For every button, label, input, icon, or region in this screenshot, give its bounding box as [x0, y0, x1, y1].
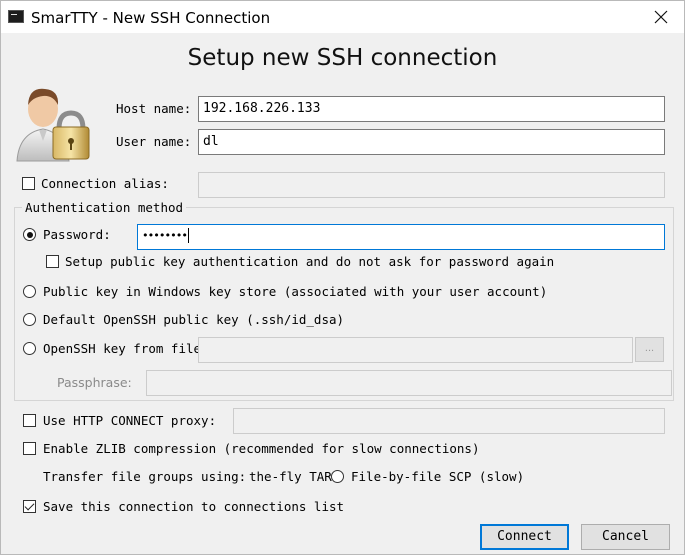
host-name-input[interactable]: 192.168.226.133 [198, 96, 665, 122]
zlib-label: Enable ZLIB compression (recommended for… [43, 441, 480, 456]
host-name-label: Host name: [116, 101, 192, 116]
connection-alias-input[interactable] [198, 172, 665, 198]
passphrase-input[interactable] [146, 370, 672, 396]
user-name-input[interactable]: dl [198, 129, 665, 155]
close-button[interactable] [638, 1, 684, 33]
default-openssh-label: Default OpenSSH public key (.ssh/id_dsa) [43, 312, 345, 327]
dialog-heading: Setup new SSH connection [187, 45, 498, 71]
http-proxy-input[interactable] [233, 408, 665, 434]
save-connection-label: Save this connection to connections list [43, 499, 345, 514]
password-input[interactable]: •••••••• [137, 224, 665, 250]
authentication-group-title: Authentication method [22, 200, 187, 215]
window-title: SmarTTY - New SSH Connection [31, 9, 271, 27]
close-icon [654, 10, 668, 24]
passphrase-label: Passphrase: [57, 375, 132, 390]
openssh-file-label: OpenSSH key from file: [43, 341, 209, 356]
save-connection-checkbox[interactable] [23, 500, 36, 513]
password-label: Password: [43, 227, 111, 242]
user-lock-icon [16, 88, 90, 162]
terminal-icon [8, 10, 24, 23]
title-bar: SmarTTY - New SSH Connection [1, 1, 684, 33]
text-caret [187, 228, 189, 243]
password-masked-value: •••••••• [142, 229, 188, 242]
browse-key-file-button[interactable]: ... [635, 337, 664, 362]
dialog-window: SmarTTY - New SSH Connection Setup new S… [0, 0, 685, 555]
cancel-button[interactable]: Cancel [581, 524, 670, 550]
openssh-file-input[interactable] [198, 337, 633, 363]
openssh-file-radio[interactable] [23, 342, 36, 355]
zlib-checkbox[interactable] [23, 442, 36, 455]
connection-alias-label: Connection alias: [41, 176, 169, 191]
windows-key-store-radio[interactable] [23, 285, 36, 298]
windows-key-store-label: Public key in Windows key store (associa… [43, 284, 548, 299]
setup-pubkey-label: Setup public key authentication and do n… [65, 254, 555, 269]
password-radio[interactable] [23, 228, 36, 241]
on-the-fly-tar-option[interactable]: the-fly TAR [249, 469, 332, 484]
setup-pubkey-checkbox[interactable] [46, 255, 59, 268]
connect-button[interactable]: Connect [480, 524, 569, 550]
http-proxy-checkbox[interactable] [23, 414, 36, 427]
file-by-file-scp-radio[interactable] [331, 470, 344, 483]
user-name-label: User name: [116, 134, 192, 149]
default-openssh-radio[interactable] [23, 313, 36, 326]
http-proxy-label: Use HTTP CONNECT proxy: [43, 413, 217, 428]
file-by-file-scp-label: File-by-file SCP (slow) [351, 469, 525, 484]
transfer-label: Transfer file groups using: [43, 469, 247, 484]
connection-alias-checkbox[interactable] [22, 177, 35, 190]
